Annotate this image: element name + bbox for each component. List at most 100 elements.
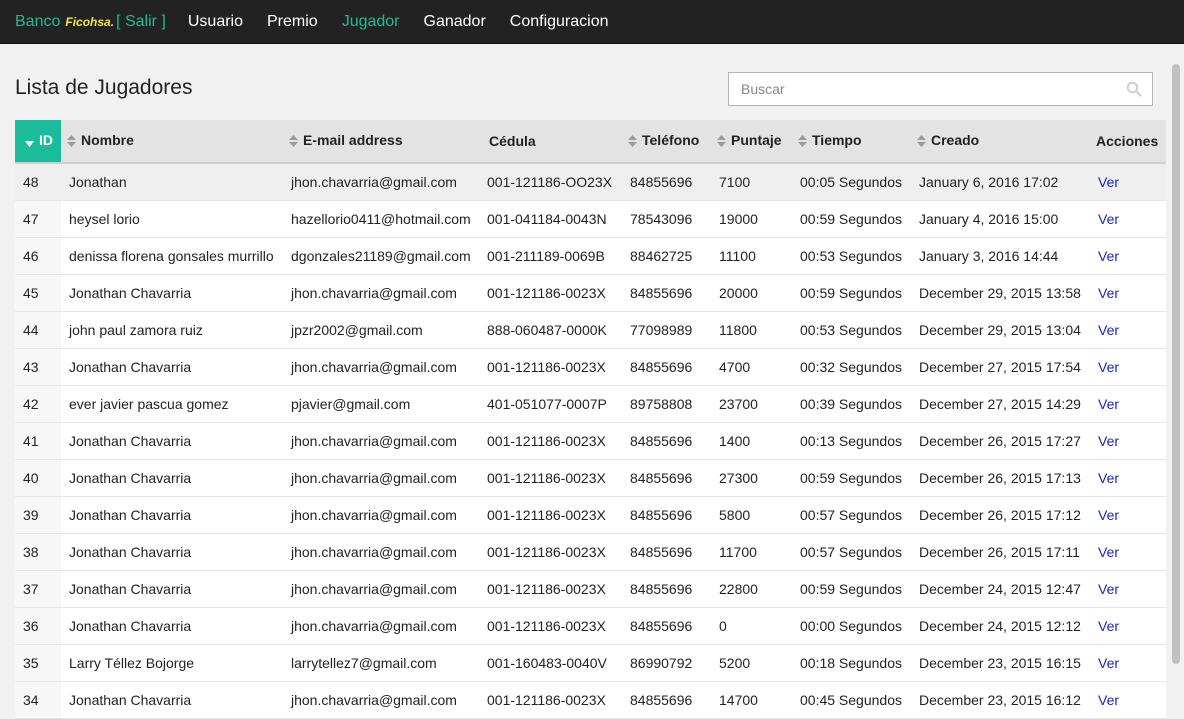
view-link[interactable]: Ver (1098, 174, 1119, 190)
header-puntaje[interactable]: Puntaje (711, 120, 792, 164)
header-id[interactable]: ID (15, 120, 61, 164)
cell-nombre: Jonathan Chavarria (61, 570, 283, 608)
cell-cedula: 001-121186-0023X (479, 533, 622, 571)
cell-acciones: Ver (1090, 274, 1166, 312)
cell-id: 46 (15, 237, 61, 275)
view-link[interactable]: Ver (1098, 211, 1119, 227)
view-link[interactable]: Ver (1098, 581, 1119, 597)
cell-nombre: denissa florena gonsales murrillo (61, 237, 283, 275)
cell-telefono: 84855696 (622, 348, 711, 386)
view-link[interactable]: Ver (1098, 507, 1119, 523)
cell-id: 35 (15, 644, 61, 682)
header-email-label: E-mail address (303, 132, 403, 149)
nav-jugador[interactable]: Jugador (342, 13, 400, 31)
cell-nombre: Jonathan Chavarria (61, 459, 283, 497)
view-link[interactable]: Ver (1098, 322, 1119, 338)
view-link[interactable]: Ver (1098, 470, 1119, 486)
view-link[interactable]: Ver (1098, 655, 1119, 671)
view-link[interactable]: Ver (1098, 433, 1119, 449)
cell-puntaje: 23700 (711, 385, 792, 423)
cell-puntaje: 5800 (711, 496, 792, 534)
cell-acciones: Ver (1090, 385, 1166, 423)
cell-acciones: Ver (1090, 163, 1166, 201)
header-nombre[interactable]: Nombre (61, 120, 283, 164)
page-scrollbar[interactable] (1168, 44, 1184, 706)
cell-telefono: 86990792 (622, 644, 711, 682)
nav-premio[interactable]: Premio (267, 13, 318, 31)
cell-creado: January 3, 2016 14:44 (911, 237, 1090, 275)
cell-acciones: Ver (1090, 237, 1166, 275)
table-body: 48 Jonathan jhon.chavarria@gmail.com 001-12… (15, 163, 1166, 719)
cell-email: jhon.chavarria@gmail.com (283, 274, 479, 312)
cell-cedula: 001-121186-0023X (479, 459, 622, 497)
view-link[interactable]: Ver (1098, 396, 1119, 412)
cell-cedula: 001-160483-0040V (479, 644, 622, 682)
cell-telefono: 88462725 (622, 237, 711, 275)
header-telefono[interactable]: Teléfono (622, 120, 711, 164)
sort-desc-icon (25, 134, 35, 150)
cell-tiempo: 00:57 Segundos (792, 533, 911, 571)
cell-cedula: 001-121186-0023X (479, 422, 622, 460)
header-email[interactable]: E-mail address (283, 120, 479, 164)
nav-ganador[interactable]: Ganador (424, 13, 486, 31)
cell-acciones: Ver (1090, 607, 1166, 645)
cell-acciones: Ver (1090, 348, 1166, 386)
view-link[interactable]: Ver (1098, 544, 1119, 560)
nav-usuario[interactable]: Usuario (188, 13, 243, 31)
nav-configuracion[interactable]: Configuracion (510, 13, 609, 31)
cell-id: 41 (15, 422, 61, 460)
cell-nombre: Jonathan Chavarria (61, 607, 283, 645)
header-creado[interactable]: Creado (911, 120, 1090, 164)
cell-puntaje: 11700 (711, 533, 792, 571)
cell-id: 36 (15, 607, 61, 645)
cell-id: 47 (15, 200, 61, 238)
cell-cedula: 001-121186-OO23X (479, 163, 622, 201)
cell-id: 38 (15, 533, 61, 571)
cell-email: jhon.chavarria@gmail.com (283, 496, 479, 534)
cell-acciones: Ver (1090, 496, 1166, 534)
cell-tiempo: 00:59 Segundos (792, 274, 911, 312)
top-navbar: Banco Ficohsa. [ Salir ] Usuario Premio … (0, 0, 1184, 44)
cell-email: jhon.chavarria@gmail.com (283, 533, 479, 571)
search-input[interactable] (729, 73, 1133, 105)
view-link[interactable]: Ver (1098, 248, 1119, 264)
cell-acciones: Ver (1090, 644, 1166, 682)
table-row: 42 ever javier pascua gomez pjavier@gmail.… (15, 385, 1166, 423)
cell-cedula: 001-121186-0023X (479, 348, 622, 386)
cell-tiempo: 00:53 Segundos (792, 237, 911, 275)
cell-id: 48 (15, 163, 61, 201)
cell-tiempo: 00:18 Segundos (792, 644, 911, 682)
view-link[interactable]: Ver (1098, 285, 1119, 301)
cell-telefono: 84855696 (622, 570, 711, 608)
cell-puntaje: 4700 (711, 348, 792, 386)
cell-telefono: 84855696 (622, 422, 711, 460)
cell-id: 42 (15, 385, 61, 423)
cell-email: pjavier@gmail.com (283, 385, 479, 423)
cell-nombre: Jonathan Chavarria (61, 496, 283, 534)
view-link[interactable]: Ver (1098, 618, 1119, 634)
cell-id: 37 (15, 570, 61, 608)
logout-link[interactable]: [ Salir ] (116, 13, 166, 31)
scrollbar-thumb[interactable] (1172, 64, 1180, 664)
cell-telefono: 77098989 (622, 311, 711, 349)
header-tiempo[interactable]: Tiempo (792, 120, 911, 164)
sort-icon (67, 134, 77, 150)
cell-nombre: Jonathan Chavarria (61, 274, 283, 312)
cell-puntaje: 7100 (711, 163, 792, 201)
view-link[interactable]: Ver (1098, 359, 1119, 375)
cell-nombre: Jonathan Chavarria (61, 422, 283, 460)
header-cedula: Cédula (479, 120, 622, 164)
cell-email: jhon.chavarria@gmail.com (283, 681, 479, 719)
cell-tiempo: 00:13 Segundos (792, 422, 911, 460)
search-icon[interactable] (1126, 81, 1142, 102)
cell-tiempo: 00:53 Segundos (792, 311, 911, 349)
cell-email: jhon.chavarria@gmail.com (283, 607, 479, 645)
cell-email: jhon.chavarria@gmail.com (283, 459, 479, 497)
cell-puntaje: 1400 (711, 422, 792, 460)
table-row: 34 Jonathan Chavarria jhon.chavarria@gmail… (15, 681, 1166, 719)
cell-email: dgonzales21189@gmail.com (283, 237, 479, 275)
header-creado-label: Creado (931, 132, 980, 149)
cell-telefono: 84855696 (622, 496, 711, 534)
cell-tiempo: 00:59 Segundos (792, 570, 911, 608)
cell-nombre: john paul zamora ruiz (61, 311, 283, 349)
